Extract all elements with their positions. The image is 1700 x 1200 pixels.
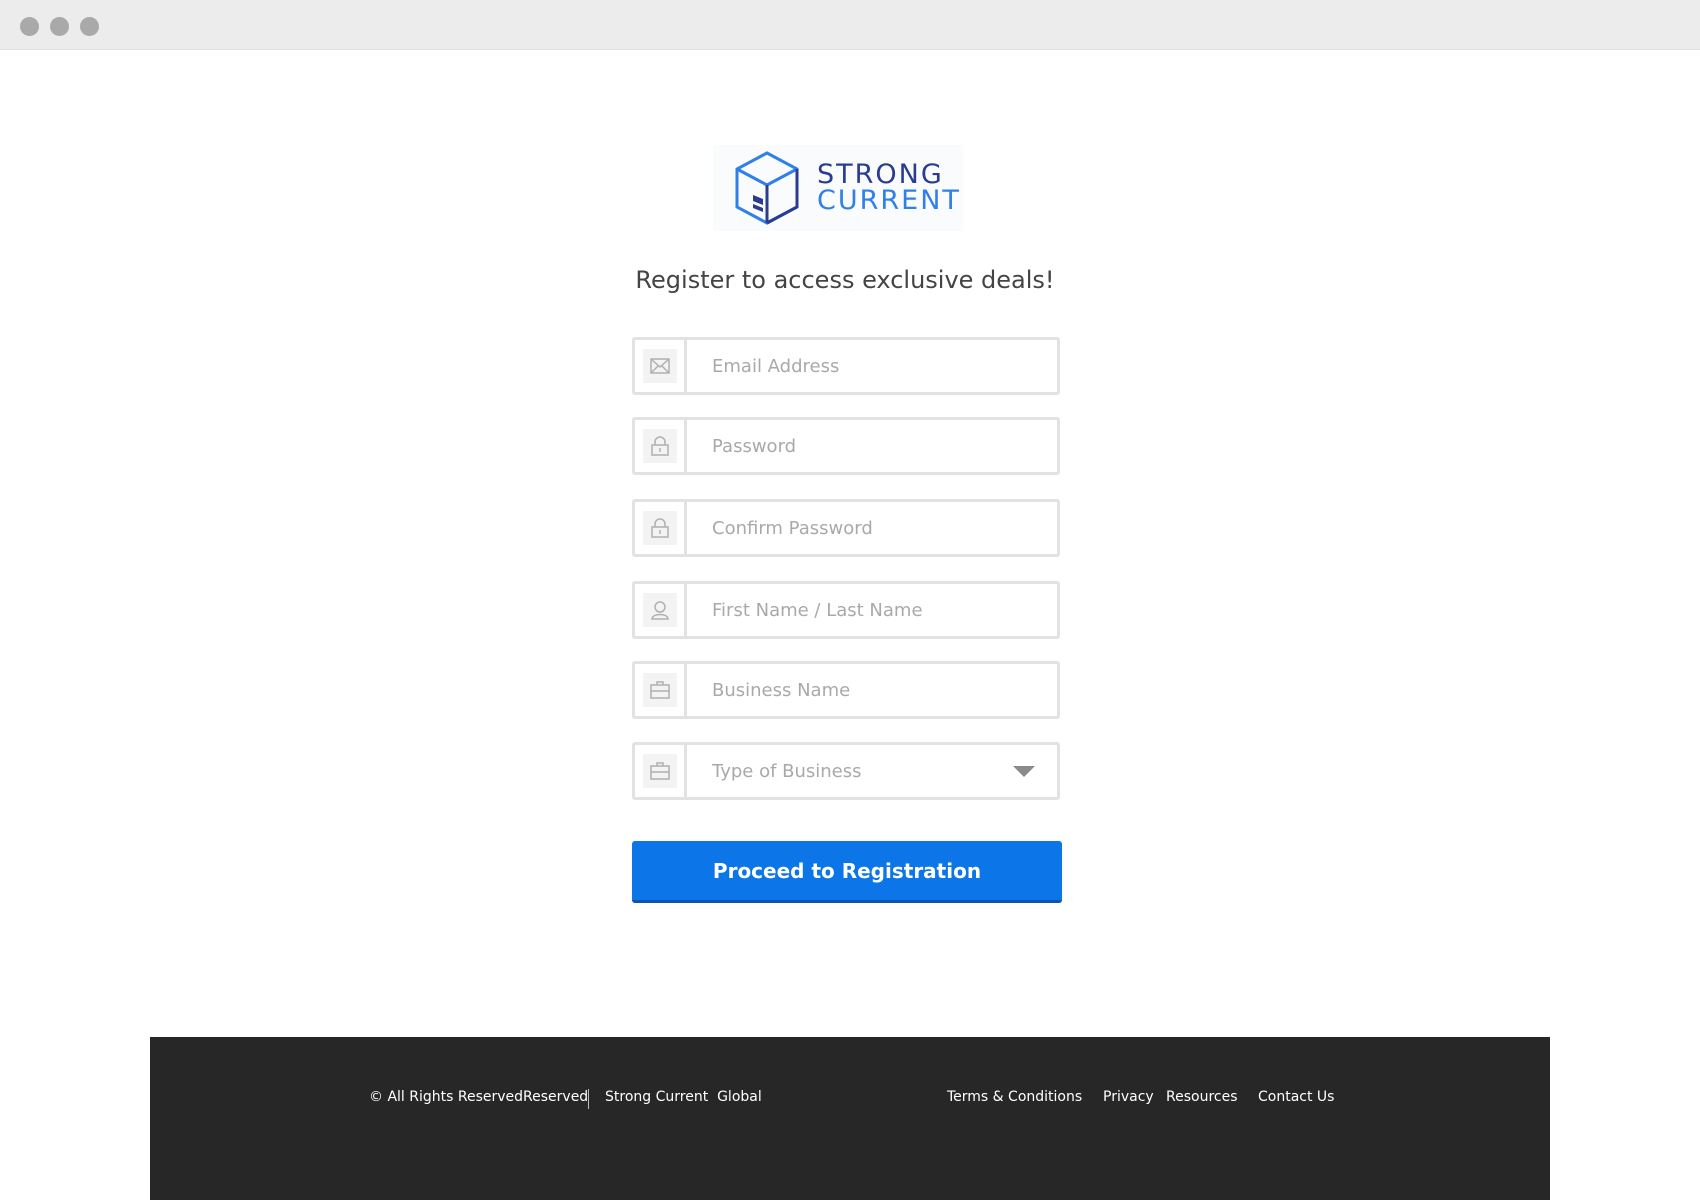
business-type-value: Type of Business	[712, 760, 862, 782]
footer: © All Rights ReservedReserved Strong Cur…	[150, 1037, 1550, 1200]
business-name-icon-cell	[635, 664, 687, 716]
email-input[interactable]	[687, 340, 1057, 392]
window-titlebar	[0, 0, 1700, 50]
footer-link-resources[interactable]: Resources	[1166, 1089, 1238, 1105]
window-maximize-dot[interactable]	[80, 17, 99, 36]
window-minimize-dot[interactable]	[50, 17, 69, 36]
name-icon-cell	[635, 584, 687, 636]
chevron-down-icon[interactable]	[1013, 765, 1035, 777]
proceed-to-registration-button[interactable]: Proceed to Registration	[632, 841, 1062, 903]
name-input[interactable]	[687, 584, 1057, 636]
footer-divider	[588, 1089, 589, 1109]
password-icon-cell	[635, 420, 687, 472]
user-icon	[642, 593, 677, 627]
cube-logo-icon	[735, 151, 799, 225]
footer-link-contact[interactable]: Contact Us	[1258, 1089, 1334, 1105]
confirm-password-icon-cell	[635, 502, 687, 554]
footer-link-privacy[interactable]: Privacy	[1103, 1089, 1154, 1105]
confirm-password-field[interactable]	[632, 499, 1060, 557]
business-type-select[interactable]: Type of Business	[632, 742, 1060, 800]
lock-icon	[642, 511, 677, 545]
page-heading: Register to access exclusive deals!	[635, 266, 1055, 294]
email-icon-cell	[635, 340, 687, 392]
footer-copyright: © All Rights ReservedReserved	[369, 1089, 589, 1105]
brand-wordmark: STRONG CURRENT	[817, 161, 961, 216]
business-type-icon-cell	[635, 745, 687, 797]
password-input[interactable]	[687, 420, 1057, 472]
email-field[interactable]	[632, 337, 1060, 395]
briefcase-icon	[642, 673, 677, 707]
envelope-icon	[642, 349, 677, 383]
business-name-input[interactable]	[687, 664, 1057, 716]
password-field[interactable]	[632, 417, 1060, 475]
footer-company: Strong Current Global	[605, 1089, 762, 1105]
name-field[interactable]	[632, 581, 1060, 639]
brand-logo[interactable]: STRONG CURRENT	[713, 145, 963, 231]
lock-icon	[642, 429, 677, 463]
business-name-field[interactable]	[632, 661, 1060, 719]
brand-name-line2: CURRENT	[817, 185, 961, 216]
footer-link-terms[interactable]: Terms & Conditions	[947, 1089, 1082, 1105]
window-close-dot[interactable]	[20, 17, 39, 36]
briefcase-icon	[642, 754, 677, 788]
confirm-password-input[interactable]	[687, 502, 1057, 554]
